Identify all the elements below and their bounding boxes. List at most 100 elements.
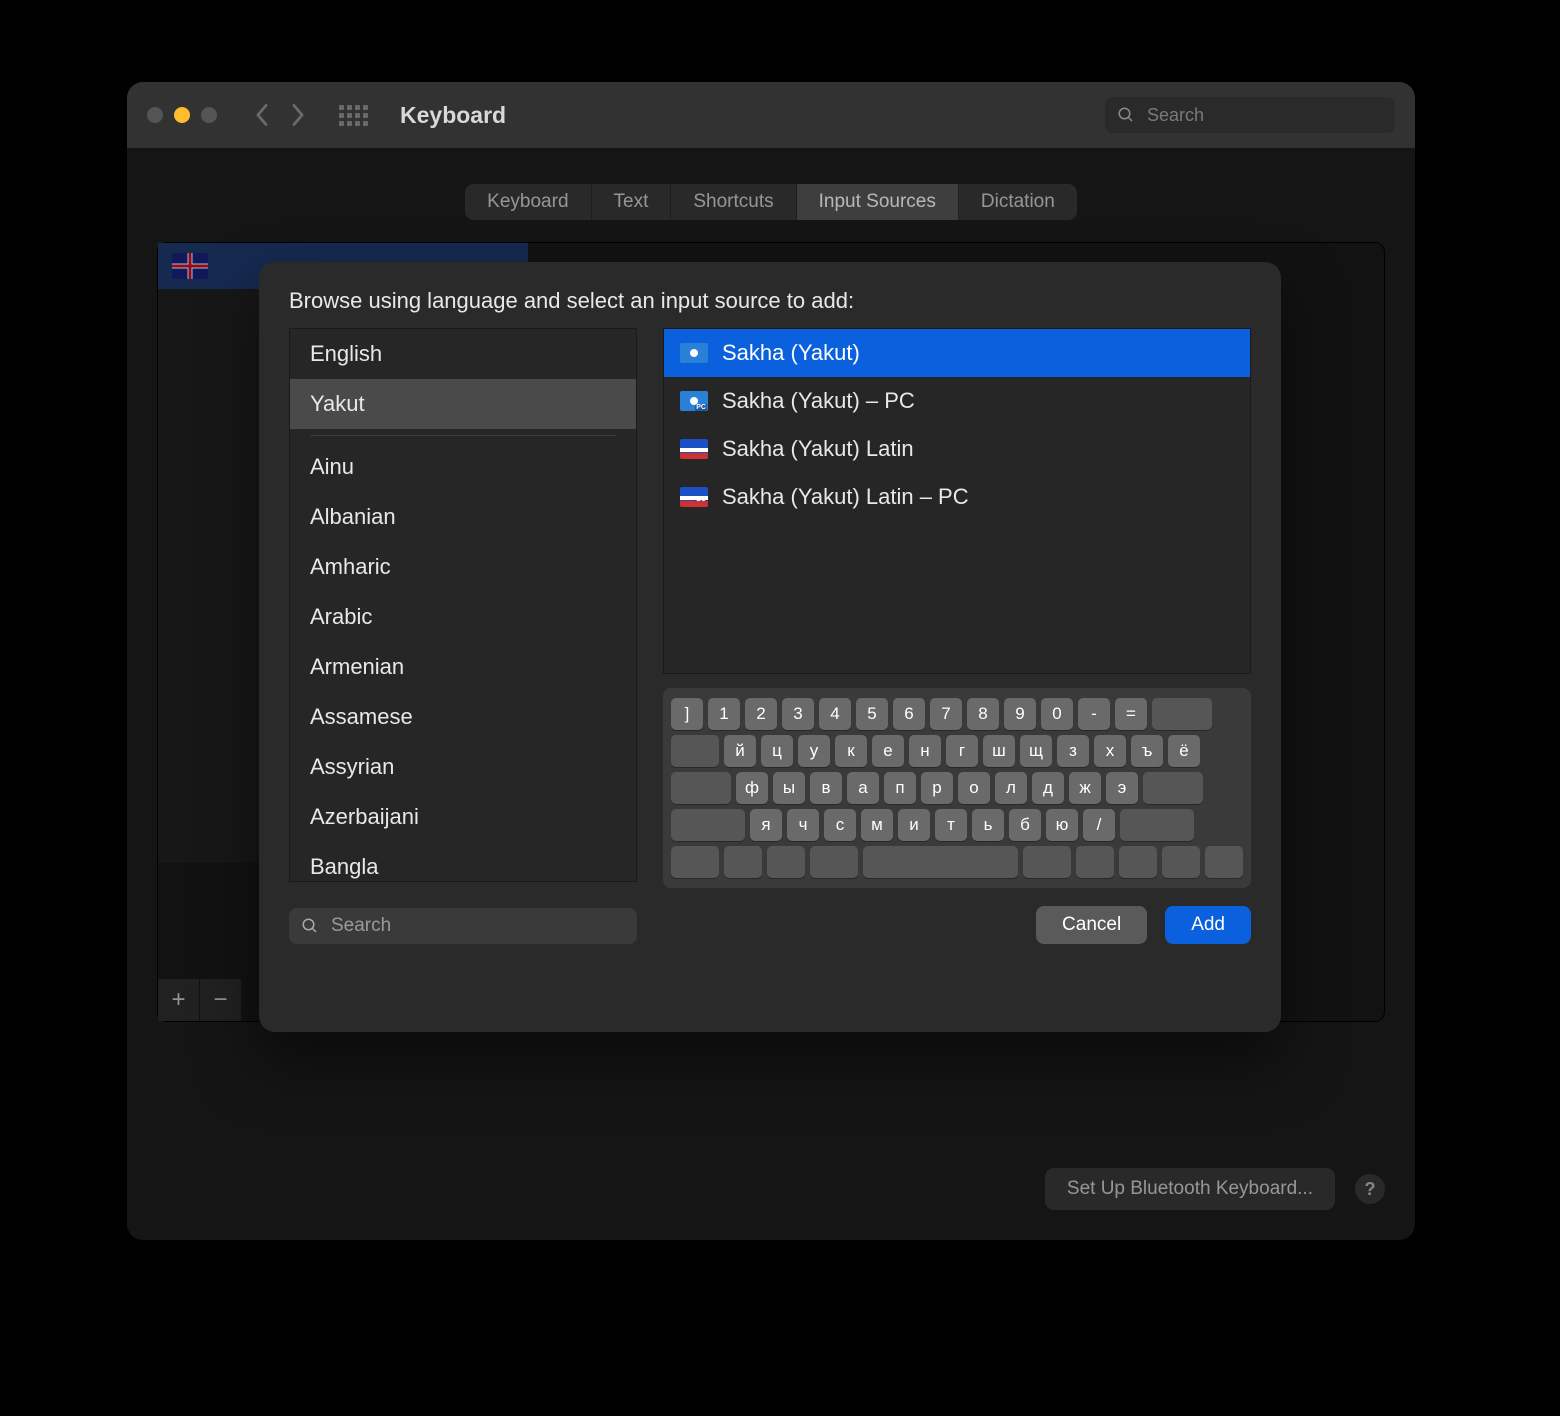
key: ж: [1069, 772, 1101, 804]
zoom-window-button[interactable]: [201, 107, 217, 123]
choice-sakha-latin-pc[interactable]: PC Sakha (Yakut) Latin – PC: [664, 473, 1250, 521]
titlebar-search-input[interactable]: [1145, 104, 1383, 127]
sakha-latin-pc-flag-icon: PC: [680, 487, 708, 507]
key: ю: [1046, 809, 1078, 841]
key: и: [898, 809, 930, 841]
choice-sakha[interactable]: Sakha (Yakut): [664, 329, 1250, 377]
key: [1162, 846, 1200, 878]
key: [1119, 846, 1157, 878]
key: л: [995, 772, 1027, 804]
key: -: [1078, 698, 1110, 730]
sakha-flag-icon: [680, 343, 708, 363]
key: ё: [1168, 735, 1200, 767]
key: в: [810, 772, 842, 804]
titlebar: Keyboard: [127, 82, 1415, 148]
key: [1205, 846, 1243, 878]
window-controls: [147, 107, 217, 123]
key: 8: [967, 698, 999, 730]
key: [810, 846, 858, 878]
key: 7: [930, 698, 962, 730]
choice-sakha-latin[interactable]: Sakha (Yakut) Latin: [664, 425, 1250, 473]
back-button[interactable]: [249, 102, 275, 128]
key: х: [1094, 735, 1126, 767]
key: ъ: [1131, 735, 1163, 767]
key: ь: [972, 809, 1004, 841]
key: г: [946, 735, 978, 767]
key: ]: [671, 698, 703, 730]
key: я: [750, 809, 782, 841]
key: [1143, 772, 1203, 804]
language-assamese[interactable]: Assamese: [290, 692, 636, 742]
key: [671, 846, 719, 878]
choice-label: Sakha (Yakut) Latin – PC: [722, 484, 969, 510]
key: [671, 735, 719, 767]
key: [671, 809, 745, 841]
key: [767, 846, 805, 878]
key: /: [1083, 809, 1115, 841]
key: э: [1106, 772, 1138, 804]
key: 6: [893, 698, 925, 730]
key: [671, 772, 731, 804]
sakha-pc-flag-icon: [680, 391, 708, 411]
key: [1120, 809, 1194, 841]
key: [1023, 846, 1071, 878]
key: с: [824, 809, 856, 841]
language-ainu[interactable]: Ainu: [290, 442, 636, 492]
input-source-choices[interactable]: Sakha (Yakut) Sakha (Yakut) – PC Sakha (…: [663, 328, 1251, 674]
key: м: [861, 809, 893, 841]
key: о: [958, 772, 990, 804]
language-english[interactable]: English: [290, 329, 636, 379]
nav-buttons: [249, 102, 311, 128]
key: [1152, 698, 1212, 730]
key: 2: [745, 698, 777, 730]
key: з: [1057, 735, 1089, 767]
key: 1: [708, 698, 740, 730]
key: ч: [787, 809, 819, 841]
language-arabic[interactable]: Arabic: [290, 592, 636, 642]
language-divider: [310, 435, 616, 436]
window-title: Keyboard: [400, 102, 506, 129]
choice-sakha-pc[interactable]: Sakha (Yakut) – PC: [664, 377, 1250, 425]
show-all-icon[interactable]: [339, 105, 368, 126]
language-list[interactable]: English Yakut Ainu Albanian Amharic Arab…: [289, 328, 637, 882]
key: 9: [1004, 698, 1036, 730]
language-armenian[interactable]: Armenian: [290, 642, 636, 692]
add-button[interactable]: Add: [1165, 906, 1251, 944]
key: у: [798, 735, 830, 767]
key: р: [921, 772, 953, 804]
minimize-window-button[interactable]: [174, 107, 190, 123]
language-azerbaijani[interactable]: Azerbaijani: [290, 792, 636, 842]
key: [724, 846, 762, 878]
key: 3: [782, 698, 814, 730]
key: 0: [1041, 698, 1073, 730]
sheet-search-field[interactable]: [289, 908, 637, 944]
key: й: [724, 735, 756, 767]
key: ц: [761, 735, 793, 767]
preferences-window: Keyboard Keyboard Text Shortcuts Input S…: [127, 82, 1415, 1240]
language-assyrian[interactable]: Assyrian: [290, 742, 636, 792]
key: п: [884, 772, 916, 804]
key: =: [1115, 698, 1147, 730]
choice-label: Sakha (Yakut): [722, 340, 860, 366]
key: е: [872, 735, 904, 767]
sheet-title: Browse using language and select an inpu…: [289, 288, 1251, 314]
search-icon: [1117, 106, 1135, 124]
sheet-search-input[interactable]: [329, 914, 625, 938]
key: д: [1032, 772, 1064, 804]
language-albanian[interactable]: Albanian: [290, 492, 636, 542]
keyboard-preview: ]1234567890-= йцукенгшщзхъё фывапролджэ …: [663, 688, 1251, 888]
key: [863, 846, 1018, 878]
titlebar-search-field[interactable]: [1105, 97, 1395, 133]
cancel-button[interactable]: Cancel: [1036, 906, 1147, 944]
key: 4: [819, 698, 851, 730]
language-bangla[interactable]: Bangla: [290, 842, 636, 882]
key: а: [847, 772, 879, 804]
sakha-latin-flag-icon: [680, 439, 708, 459]
search-icon: [301, 917, 319, 935]
forward-button[interactable]: [285, 102, 311, 128]
language-amharic[interactable]: Amharic: [290, 542, 636, 592]
close-window-button[interactable]: [147, 107, 163, 123]
key: ш: [983, 735, 1015, 767]
key: 5: [856, 698, 888, 730]
language-yakut[interactable]: Yakut: [290, 379, 636, 429]
